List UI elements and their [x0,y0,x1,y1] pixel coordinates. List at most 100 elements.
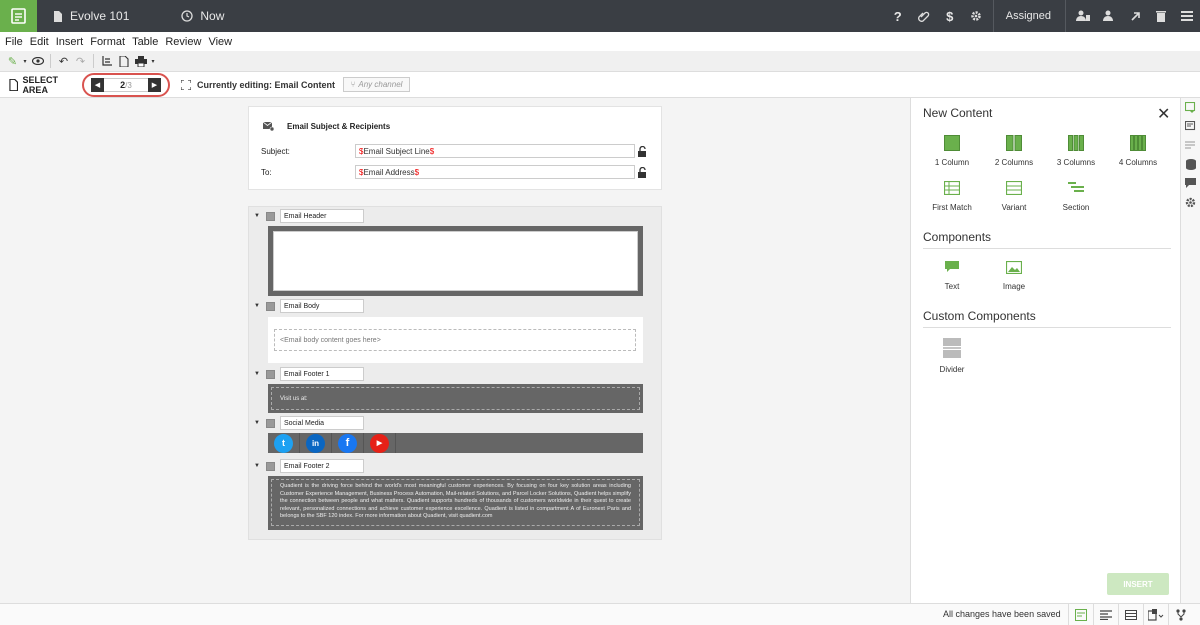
layout-view-icon[interactable] [1068,604,1093,625]
section-checkbox[interactable] [266,418,275,428]
next-page-button[interactable]: ▶ [148,78,161,92]
page-number-field[interactable]: 2/3 [104,78,148,92]
facebook-icon[interactable]: f [338,433,357,453]
app-logo[interactable] [0,0,37,32]
subject-input[interactable]: $ Email Subject Line $ [355,144,635,158]
close-icon[interactable]: ✕ [1157,104,1170,124]
chevron-down-icon[interactable]: ▾ [21,53,29,70]
menu-insert[interactable]: Insert [56,36,84,48]
email-body-block[interactable]: <Email body content goes here> [268,317,643,363]
section-name[interactable]: Email Footer 2 [280,459,364,473]
section-checkbox[interactable] [266,301,275,311]
collapse-triangle-icon[interactable]: ▼ [254,420,266,426]
undo-icon[interactable]: ↶ [55,53,72,70]
gear-icon[interactable] [963,0,989,32]
section-name[interactable]: Email Header [280,209,364,223]
rows-icon[interactable] [1118,604,1143,625]
layout-2-columns[interactable]: 2 Columns [983,134,1045,167]
collapse-triangle-icon[interactable]: ▼ [254,213,266,219]
footer-2-text[interactable]: Quadient is the driving force behind the… [271,479,640,526]
print-icon[interactable] [132,53,149,70]
eye-icon[interactable] [29,53,46,70]
user-assign-icon[interactable] [1070,0,1096,32]
pencil-icon[interactable]: ✎ [4,53,21,70]
new-content-icon[interactable] [1181,98,1200,117]
section-header-social-media[interactable]: ▼ Social Media [254,416,364,430]
align-icon[interactable] [1093,604,1118,625]
social-slot[interactable]: f [332,433,364,453]
section-name[interactable]: Email Footer 1 [280,367,364,381]
menu-review[interactable]: Review [165,36,201,48]
layout-4-columns[interactable]: 4 Columns [1107,134,1169,167]
properties-icon[interactable] [1181,117,1200,136]
export-document-icon[interactable] [115,53,132,70]
select-area-button[interactable]: SELECT AREA [0,75,82,95]
comment-icon[interactable] [1181,174,1200,193]
previous-page-button[interactable]: ◀ [91,78,104,92]
email-footer-2-block[interactable]: Quadient is the driving force behind the… [268,476,643,530]
menu-bar: File Edit Insert Format Table Review Vie… [0,32,1200,51]
share-network-icon[interactable] [1168,604,1193,625]
email-header-block[interactable] [268,226,643,296]
social-slot[interactable]: in [300,433,332,453]
to-input[interactable]: $ Email Address $ [355,165,635,179]
unlock-icon[interactable] [638,166,647,178]
menu-format[interactable]: Format [90,36,125,48]
section-checkbox[interactable] [266,369,275,379]
workflow-status[interactable]: Assigned [1006,10,1051,22]
dollar-icon[interactable]: $ [937,0,963,32]
help-icon[interactable]: ? [885,0,911,32]
social-slot[interactable]: t [268,433,300,453]
section-checkbox[interactable] [266,211,275,221]
divider-icon [943,338,961,358]
email-footer-1-block[interactable]: Visit us at: [268,384,643,413]
expand-icon[interactable] [1122,0,1148,32]
settings-gear-icon[interactable] [1181,193,1200,212]
collapse-triangle-icon[interactable]: ▼ [254,371,266,377]
database-icon[interactable] [1181,155,1200,174]
component-text[interactable]: Text [921,258,983,291]
layout-variant[interactable]: Variant [983,179,1045,212]
menu-file[interactable]: File [5,36,23,48]
twitter-icon[interactable]: t [274,433,293,453]
section-name[interactable]: Social Media [280,416,364,430]
menu-icon[interactable] [1174,0,1200,32]
layout-first-match[interactable]: First Match [921,179,983,212]
section-header-email-body[interactable]: ▼ Email Body [254,299,364,313]
social-slot[interactable]: ▶ [364,433,396,453]
section-header-email-footer-1[interactable]: ▼ Email Footer 1 [254,367,364,381]
section-header-email-footer-2[interactable]: ▼ Email Footer 2 [254,459,364,473]
layout-section[interactable]: Section [1045,179,1107,212]
device-preview-icon[interactable] [1143,604,1168,625]
linkedin-icon[interactable]: in [306,433,325,453]
component-divider[interactable]: Divider [921,337,983,374]
structure-icon[interactable] [98,53,115,70]
social-media-block[interactable]: t in f ▶ [268,433,643,453]
footer-1-text[interactable]: Visit us at: [271,387,640,410]
section-name[interactable]: Email Body [280,299,364,313]
trash-icon[interactable] [1148,0,1174,32]
insert-button[interactable]: INSERT [1107,573,1169,595]
email-header-area[interactable] [273,231,638,291]
collapse-triangle-icon[interactable]: ▼ [254,463,266,469]
list-icon[interactable] [1181,136,1200,155]
collapse-triangle-icon[interactable]: ▼ [254,303,266,309]
menu-view[interactable]: View [208,36,232,48]
attachment-icon[interactable] [911,0,937,32]
menu-edit[interactable]: Edit [30,36,49,48]
redo-icon[interactable]: ↷ [72,53,89,70]
chevron-down-icon[interactable]: ▾ [149,53,157,70]
section-header-email-header[interactable]: ▼ Email Header [254,209,364,223]
layout-3-columns[interactable]: 3 Columns [1045,134,1107,167]
youtube-icon[interactable]: ▶ [370,433,389,453]
component-image[interactable]: Image [983,258,1045,291]
section-checkbox[interactable] [266,461,275,471]
menu-table[interactable]: Table [132,36,158,48]
unlock-icon[interactable] [638,145,647,157]
email-body-placeholder[interactable]: <Email body content goes here> [274,329,636,351]
time-selector[interactable]: Now [181,9,224,23]
components-heading: Components [923,230,1171,249]
user-approve-icon[interactable] [1096,0,1122,32]
channel-selector[interactable]: ⑂ Any channel [343,77,410,92]
layout-1-column[interactable]: 1 Column [921,134,983,167]
